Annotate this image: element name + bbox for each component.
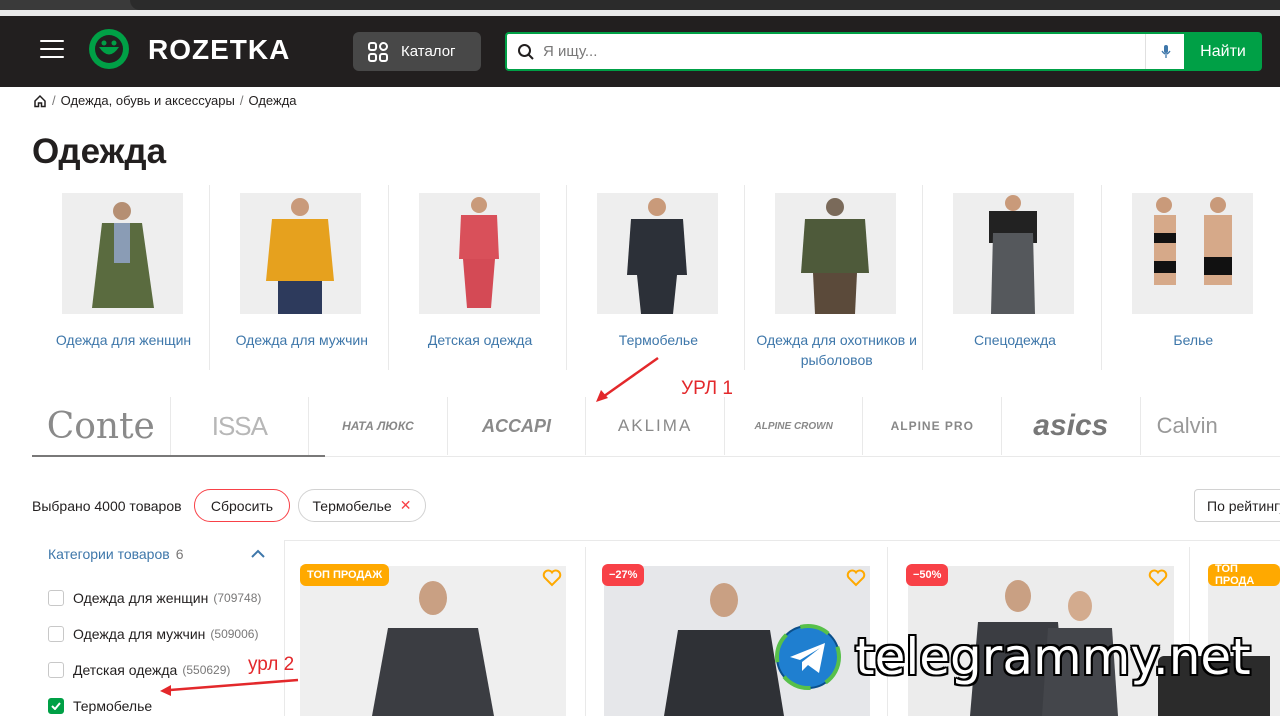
telegram-logo-icon (775, 624, 841, 690)
badge-discount: −27% (602, 564, 645, 586)
heart-icon[interactable] (1148, 569, 1168, 587)
annotation-url1: УРЛ 1 (681, 378, 733, 399)
watermark: telegrammy.net (775, 622, 1265, 692)
annotation-arrows (160, 356, 659, 696)
heart-icon[interactable] (846, 569, 866, 587)
badge-discount: −50% (906, 564, 949, 586)
annotation-url2: урл 2 (248, 654, 295, 675)
badge-top-sales: ТОП ПРОДА (1208, 563, 1280, 587)
heart-icon[interactable] (542, 569, 562, 587)
badge-top-sales: ТОП ПРОДАЖ (300, 564, 390, 586)
watermark-text: telegrammy.net (855, 628, 1251, 686)
